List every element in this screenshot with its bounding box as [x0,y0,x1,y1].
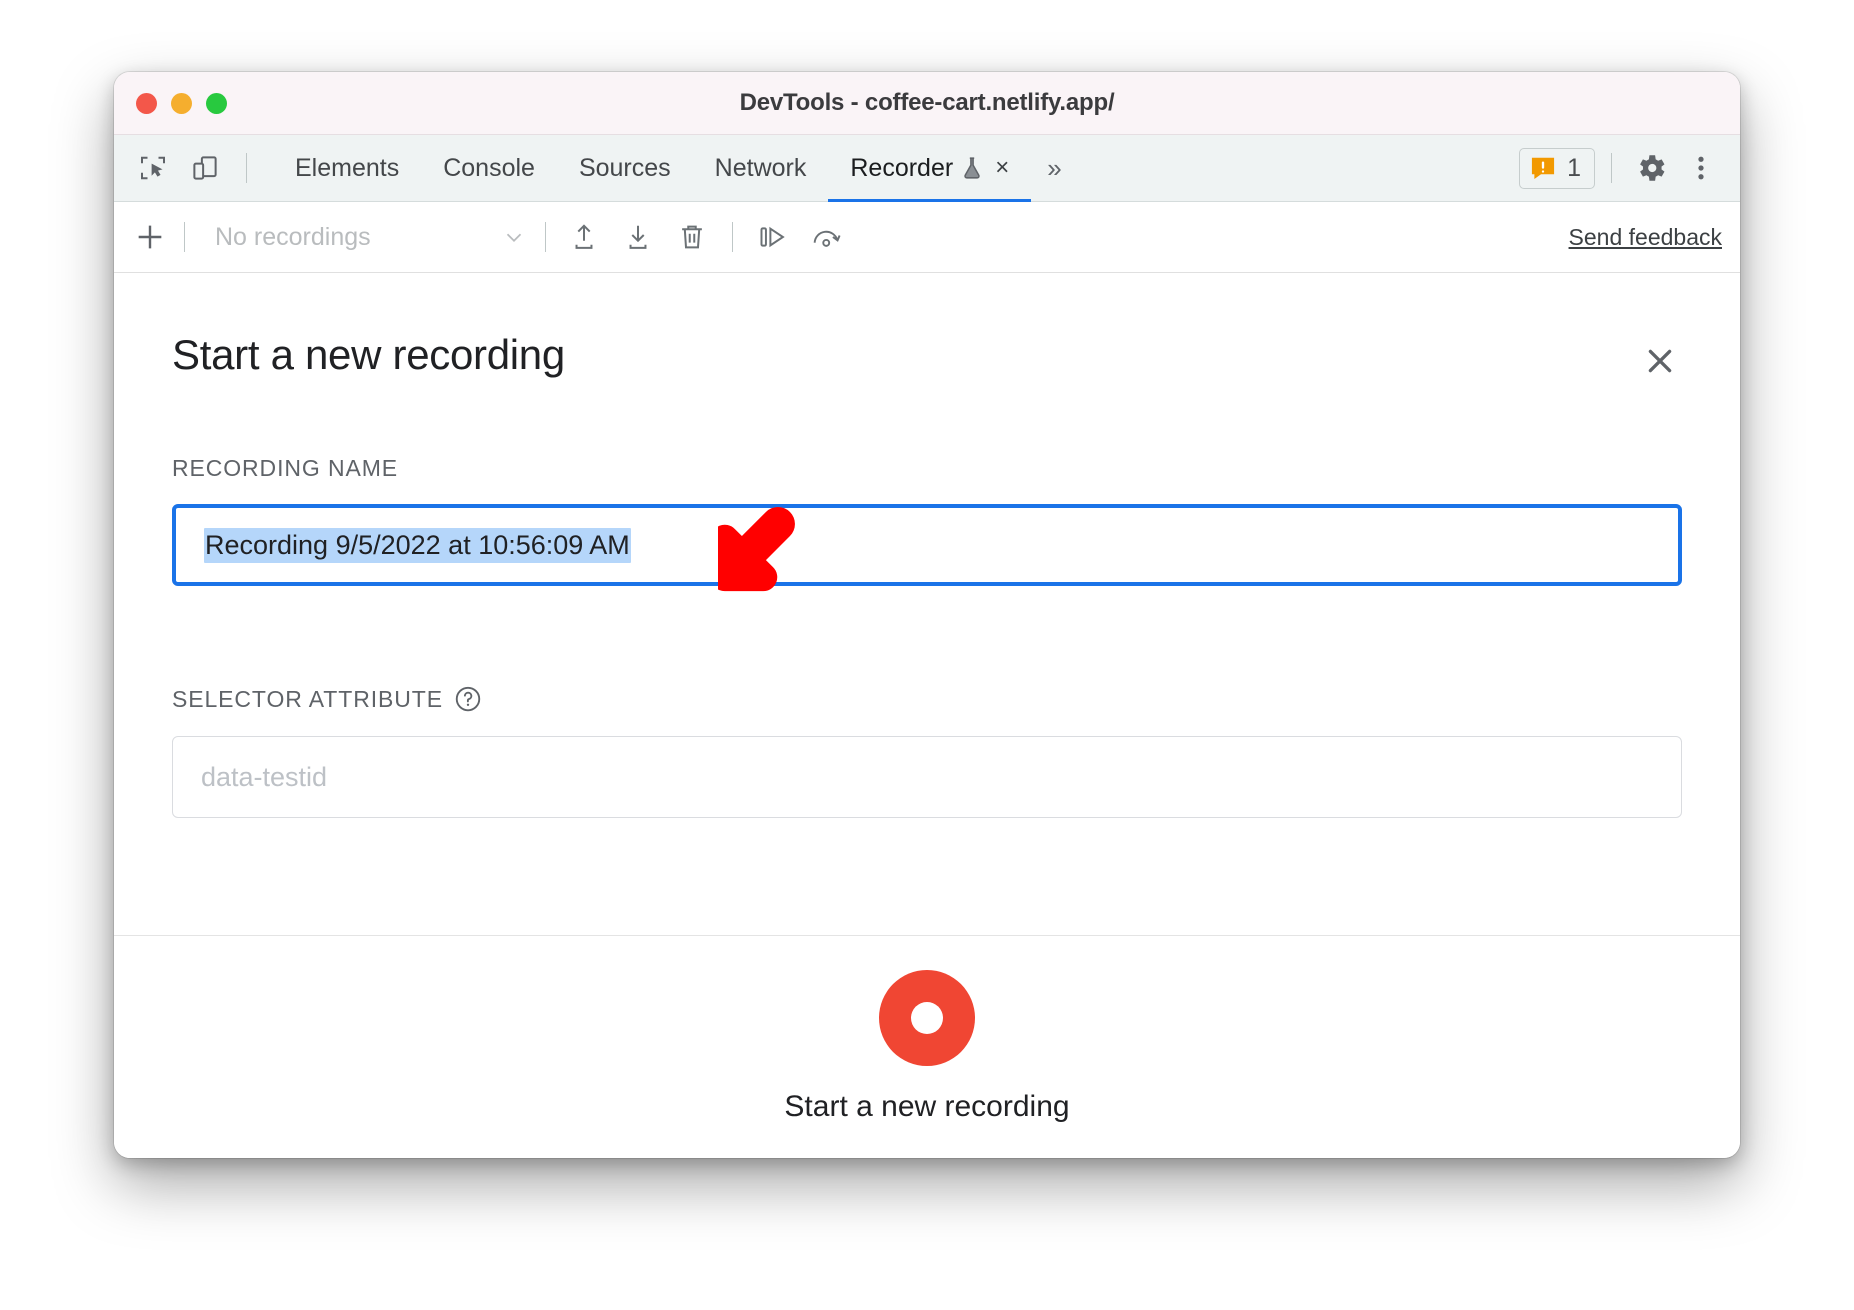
warning-icon [1529,154,1557,182]
tab-label: Network [714,153,807,182]
maximize-window-button[interactable] [206,92,227,114]
selector-attribute-label: SELECTOR ATTRIBUTE [172,684,1682,714]
window-title: DevTools - coffee-cart.netlify.app/ [739,89,1115,116]
screenshot-stage: DevTools - coffee-cart.netlify.app/ Elem… [0,0,1854,1310]
selector-attribute-label-text: SELECTOR ATTRIBUTE [172,685,443,712]
tab-label: Console [443,153,535,182]
import-recording-icon[interactable] [558,213,610,261]
recorder-toolbar-divider-1 [184,222,185,252]
panel-header: Start a new recording [114,273,1740,385]
recording-name-label: RECORDING NAME [172,455,399,481]
tab-label: Elements [295,153,400,182]
panel-footer: Start a new recording [114,935,1740,1158]
selector-attribute-input[interactable]: data-testid [172,736,1682,818]
page-title: Start a new recording [172,331,565,378]
recording-name-value: Recording 9/5/2022 at 10:56:09 AM [204,527,631,563]
delete-recording-icon[interactable] [666,213,718,261]
record-dot-center [911,1002,943,1034]
close-tab-icon[interactable]: × [995,156,1009,180]
window-titlebar: DevTools - coffee-cart.netlify.app/ [114,72,1740,135]
tabbar-left-tools [114,135,259,201]
help-icon[interactable] [453,684,483,714]
tab-recorder[interactable]: Recorder × [828,135,1032,202]
add-recording-button[interactable] [128,215,172,259]
close-icon[interactable] [1636,337,1684,385]
panel-content: Start a new recording RECORDING NAME Rec… [114,273,1740,935]
selector-attribute-field-block: SELECTOR ATTRIBUTE data-testid [114,684,1740,818]
tab-elements[interactable]: Elements [273,135,421,201]
new-recording-panel: Start a new recording RECORDING NAME Rec… [114,273,1740,1158]
chevron-down-icon [501,224,527,250]
devtools-tabbar: Elements Console Sources Network Recorde… [114,135,1740,202]
more-tabs-icon[interactable]: » [1031,135,1075,201]
minimize-window-button[interactable] [171,92,192,114]
recording-name-input[interactable]: Recording 9/5/2022 at 10:56:09 AM [172,504,1682,586]
recorder-toolbar-divider-3 [732,222,733,252]
experimental-flask-icon [961,156,983,180]
tabbar-right-tools: 1 [1519,135,1740,201]
tab-console[interactable]: Console [421,135,557,201]
devtools-window: DevTools - coffee-cart.netlify.app/ Elem… [114,72,1740,1158]
tab-sources[interactable]: Sources [557,135,693,201]
recordings-select-value: No recordings [215,222,371,251]
recording-name-field-block: RECORDING NAME Recording 9/5/2022 at 10:… [114,455,1740,586]
window-traffic-lights [136,92,227,114]
step-over-icon[interactable] [747,213,799,261]
start-recording-label: Start a new recording [784,1090,1070,1123]
more-options-icon[interactable] [1678,145,1724,191]
recorder-toolbar: No recordings Send feedback [114,202,1740,273]
export-recording-icon[interactable] [612,213,664,261]
gear-icon[interactable] [1628,145,1674,191]
device-toolbar-icon[interactable] [182,145,228,191]
panel-tabs: Elements Console Sources Network Recorde… [273,135,1076,202]
close-window-button[interactable] [136,92,157,114]
send-feedback-link[interactable]: Send feedback [1569,224,1722,251]
inspect-element-icon[interactable] [130,145,176,191]
record-dot-icon[interactable] [879,970,975,1066]
warnings-badge[interactable]: 1 [1519,147,1595,189]
tabbar-right-divider [1611,153,1612,183]
replay-speed-icon[interactable] [801,213,853,261]
recorder-toolbar-divider-2 [545,222,546,252]
tab-network[interactable]: Network [693,135,829,201]
tab-label: Recorder [850,153,954,182]
selector-attribute-placeholder: data-testid [201,761,328,792]
tab-label: Sources [578,153,671,182]
recordings-select[interactable]: No recordings [197,223,533,252]
recorder-actions [558,213,853,261]
toolbar-divider [246,153,247,183]
warnings-count: 1 [1567,153,1581,182]
